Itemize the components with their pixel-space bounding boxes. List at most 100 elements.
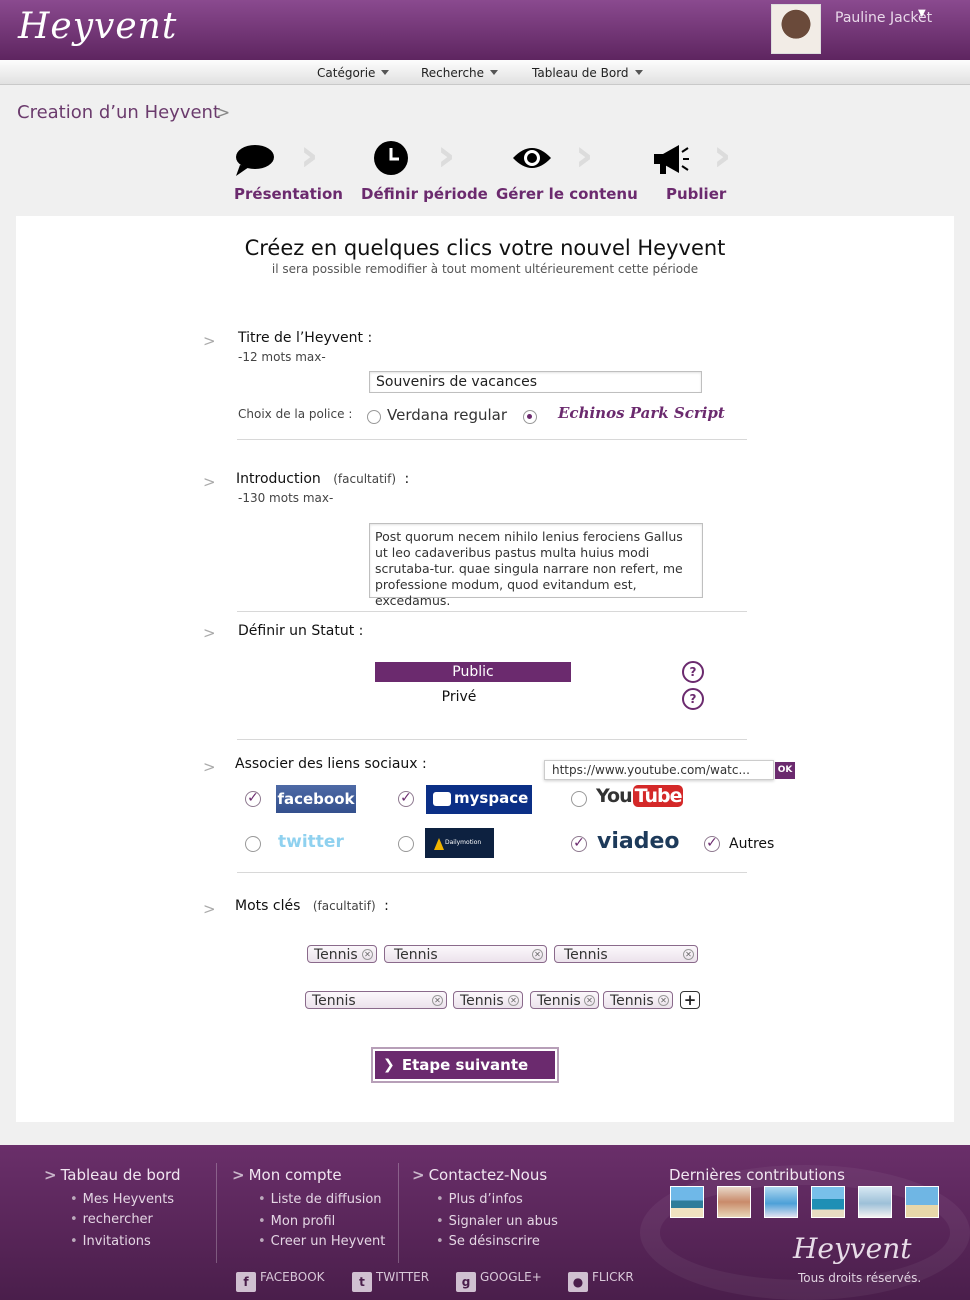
myspace-checkbox[interactable]: ✓ xyxy=(398,791,414,807)
chevron-down-icon xyxy=(634,70,643,75)
section-chevron-icon: > xyxy=(203,624,216,642)
user-avatar[interactable] xyxy=(771,4,821,54)
chevron-down-icon xyxy=(381,70,390,75)
section-chevron-icon: > xyxy=(203,473,216,491)
youtube-checkbox[interactable] xyxy=(571,791,587,807)
keyword-tag[interactable]: Tennis ✕ xyxy=(530,991,599,1009)
social-url-input[interactable]: https://www.youtube.com/watc... xyxy=(544,760,774,780)
others-checkbox[interactable]: ✓ xyxy=(704,836,720,852)
twitter-logo[interactable]: twitter xyxy=(278,832,344,852)
contribution-thumbnail[interactable] xyxy=(858,1186,892,1218)
keyword-tag[interactable]: Tennis ✕ xyxy=(603,991,673,1009)
event-title-input[interactable]: Souvenirs de vacances xyxy=(369,371,702,393)
section-chevron-icon: > xyxy=(203,332,216,350)
event-title-label: Titre de l’Heyvent : xyxy=(238,330,373,346)
myspace-people-icon xyxy=(433,792,451,806)
divider xyxy=(237,439,747,440)
step-definir-periode[interactable]: Définir période xyxy=(361,185,488,203)
section-chevron-icon: > xyxy=(203,900,216,918)
keyword-tag[interactable]: Tennis ✕ xyxy=(307,945,377,963)
speech-bubble-icon xyxy=(236,145,274,176)
nav-recherche[interactable]: Recherche xyxy=(421,66,499,80)
next-step-button[interactable]: ❯ Etape suivante xyxy=(371,1047,559,1083)
footer-link[interactable]: Invitations xyxy=(70,1234,151,1249)
facebook-logo[interactable]: facebook xyxy=(276,785,356,813)
status-public-option[interactable]: Public xyxy=(375,662,571,682)
remove-tag-icon[interactable]: ✕ xyxy=(658,995,669,1006)
step-gerer-contenu[interactable]: Gérer le contenu xyxy=(496,185,638,203)
intro-textarea[interactable]: Post quorum necem nihilo lenius ferocien… xyxy=(369,523,703,608)
nav-tableau-de-bord[interactable]: Tableau de Bord xyxy=(532,66,643,80)
footer-facebook-link[interactable]: f FACEBOOK xyxy=(236,1270,325,1292)
help-icon[interactable]: ? xyxy=(682,688,704,710)
chevron-right-icon: > xyxy=(232,1166,245,1184)
keyword-tag[interactable]: Tennis ✕ xyxy=(453,991,523,1009)
remove-tag-icon[interactable]: ✕ xyxy=(532,949,543,960)
form-subtitle: il sera possible remodifier à tout momen… xyxy=(271,262,699,276)
footer-logo[interactable]: Heyvent xyxy=(793,1232,911,1265)
social-url-ok-button[interactable]: OK xyxy=(775,762,795,779)
footer-col-account-title[interactable]: > Mon compte xyxy=(232,1166,342,1184)
footer-link[interactable]: Se désinscrire xyxy=(436,1234,540,1249)
contribution-thumbnail[interactable] xyxy=(905,1186,939,1218)
remove-tag-icon[interactable]: ✕ xyxy=(508,995,519,1006)
flickr-icon: ● xyxy=(568,1272,588,1292)
footer-link[interactable]: Plus d’infos xyxy=(436,1192,523,1207)
user-menu-caret-icon[interactable]: ▼ xyxy=(918,8,926,19)
contribution-thumbnail[interactable] xyxy=(717,1186,751,1218)
footer-twitter-link[interactable]: t TWITTER xyxy=(352,1270,429,1292)
divider xyxy=(237,611,747,612)
remove-tag-icon[interactable]: ✕ xyxy=(683,949,694,960)
contribution-thumbnail[interactable] xyxy=(670,1186,704,1218)
footer-flickr-link[interactable]: ● FLICKR xyxy=(568,1270,634,1292)
remove-tag-icon[interactable]: ✕ xyxy=(432,995,443,1006)
youtube-logo[interactable]: You Tube xyxy=(596,785,684,807)
font-verdana-label[interactable]: Verdana regular xyxy=(387,406,507,424)
keyword-tag[interactable]: Tennis ✕ xyxy=(305,991,447,1009)
viadeo-checkbox[interactable]: ✓ xyxy=(571,836,587,852)
contributions-title: Dernières contributions xyxy=(669,1166,845,1184)
twitter-icon: t xyxy=(352,1272,372,1292)
footer-link[interactable]: Mes Heyvents xyxy=(70,1192,174,1207)
status-private-option[interactable]: Privé xyxy=(375,689,543,705)
step-publier[interactable]: Publier xyxy=(666,185,726,203)
chevron-down-icon xyxy=(490,70,499,75)
add-tag-button[interactable]: + xyxy=(680,991,700,1009)
help-icon[interactable]: ? xyxy=(682,661,704,683)
footer-col-dashboard-title[interactable]: > Tableau de bord xyxy=(44,1166,180,1184)
nav-categorie[interactable]: Catégorie xyxy=(317,66,390,80)
googleplus-icon: g xyxy=(456,1272,476,1292)
footer-col-contact-title[interactable]: > Contactez-Nous xyxy=(412,1166,547,1184)
footer-googleplus-link[interactable]: g GOOGLE+ xyxy=(456,1270,542,1292)
contribution-thumbnail[interactable] xyxy=(811,1186,845,1218)
font-script-radio[interactable] xyxy=(523,410,537,424)
keyword-tag[interactable]: Tennis ✕ xyxy=(554,945,698,963)
twitter-checkbox[interactable] xyxy=(245,836,261,852)
footer-link[interactable]: rechercher xyxy=(70,1212,153,1227)
footer-link[interactable]: Creer un Heyvent xyxy=(258,1234,386,1249)
others-label[interactable]: Autres xyxy=(729,836,774,852)
step-presentation[interactable]: Présentation xyxy=(234,185,343,203)
remove-tag-icon[interactable]: ✕ xyxy=(584,995,595,1006)
footer-link[interactable]: Mon profil xyxy=(258,1214,336,1229)
dailymotion-cone-icon xyxy=(434,838,444,850)
divider xyxy=(237,739,747,740)
footer-rights: Tous droits réservés. xyxy=(798,1271,922,1285)
contribution-thumbnail[interactable] xyxy=(764,1186,798,1218)
facebook-checkbox[interactable]: ✓ xyxy=(245,791,261,807)
viadeo-logo[interactable]: viadeo xyxy=(597,829,680,854)
footer-link[interactable]: Liste de diffusion xyxy=(258,1192,382,1207)
chevron-right-icon: > xyxy=(412,1166,425,1184)
divider xyxy=(237,872,747,873)
status-label: Définir un Statut : xyxy=(238,623,364,639)
intro-note: -130 mots max- xyxy=(238,491,334,505)
font-verdana-radio[interactable] xyxy=(367,410,381,424)
remove-tag-icon[interactable]: ✕ xyxy=(362,949,373,960)
eye-icon xyxy=(513,148,551,168)
footer-link[interactable]: Signaler un abus xyxy=(436,1214,558,1229)
dailymotion-checkbox[interactable] xyxy=(398,836,414,852)
keyword-tag[interactable]: Tennis ✕ xyxy=(384,945,547,963)
font-script-label[interactable]: Echinos Park Script xyxy=(558,404,725,422)
heyvent-logo[interactable]: Heyvent xyxy=(18,6,177,47)
facebook-icon: f xyxy=(236,1272,256,1292)
